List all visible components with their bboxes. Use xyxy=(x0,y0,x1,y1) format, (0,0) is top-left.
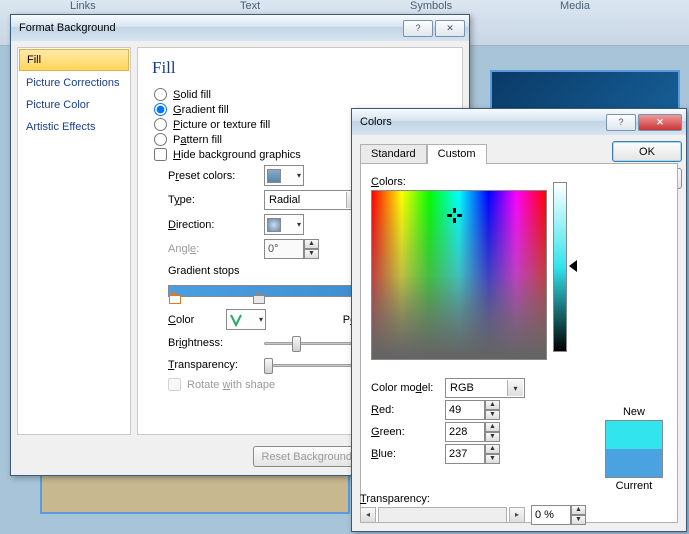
scroll-right-icon[interactable]: ▸ xyxy=(509,507,525,523)
scroll-left-icon[interactable]: ◂ xyxy=(360,507,376,523)
angle-spinner: ▲▼ xyxy=(264,239,319,259)
colors-dialog: Colors ? ✕ OK Cancel Standard Custom Col… xyxy=(351,108,687,532)
direction-dropdown[interactable]: ▾ xyxy=(264,214,304,235)
angle-label: Angle: xyxy=(168,243,256,255)
spin-down-icon: ▼ xyxy=(304,249,319,259)
new-color-swatch xyxy=(606,421,662,449)
green-label: Green: xyxy=(371,426,439,438)
transparency-label: Transparency: xyxy=(168,359,256,371)
new-current-swatch xyxy=(605,420,663,478)
type-combobox[interactable]: Radial xyxy=(264,190,364,210)
panel-heading: Fill xyxy=(152,58,448,78)
preset-colors-dropdown[interactable]: ▾ xyxy=(264,165,304,186)
colors-field-label: Colors: xyxy=(371,176,667,188)
slide-thumbnail[interactable] xyxy=(40,474,350,514)
color-model-label: Color model: xyxy=(371,382,439,394)
ribbon-group-links: Links xyxy=(70,0,96,12)
new-label: New xyxy=(605,406,663,418)
red-label: Red: xyxy=(371,404,439,416)
dialog-titlebar[interactable]: Format Background ? ✕ xyxy=(11,15,469,41)
category-sidebar: Fill Picture Corrections Picture Color A… xyxy=(17,47,131,435)
dialog-title: Colors xyxy=(360,116,604,128)
current-label: Current xyxy=(605,480,663,492)
luminance-arrow-icon[interactable] xyxy=(569,260,577,272)
brightness-label: Brightness: xyxy=(168,337,256,349)
ribbon-group-symbols: Symbols xyxy=(410,0,452,12)
tab-standard[interactable]: Standard xyxy=(360,144,427,164)
dialog-title: Format Background xyxy=(19,22,401,34)
luminance-strip[interactable] xyxy=(553,182,567,352)
transparency-scrollbar[interactable] xyxy=(378,507,507,523)
sidebar-item-artistic-effects[interactable]: Artistic Effects xyxy=(18,116,130,138)
tab-custom[interactable]: Custom xyxy=(427,144,487,164)
blue-spinner[interactable]: ▲▼ xyxy=(445,444,500,464)
current-color-swatch xyxy=(606,449,662,477)
red-spinner[interactable]: ▲▼ xyxy=(445,400,500,420)
help-button[interactable]: ? xyxy=(606,114,636,131)
sidebar-item-picture-corrections[interactable]: Picture Corrections xyxy=(18,72,130,94)
direction-label: Direction: xyxy=(168,219,256,231)
transparency-spinner[interactable]: ▲▼ xyxy=(531,505,586,525)
close-icon[interactable]: ✕ xyxy=(435,20,465,37)
type-label: Type: xyxy=(168,194,256,206)
transparency-label: Transparency: xyxy=(360,493,586,505)
spin-up-icon: ▲ xyxy=(304,239,319,249)
color-dropdown[interactable]: ▾ xyxy=(226,309,266,330)
color-model-combobox[interactable]: RGB xyxy=(445,378,525,398)
preset-colors-label: Preset colors: xyxy=(168,170,256,182)
ribbon-group-media: Media xyxy=(560,0,590,12)
sidebar-item-picture-color[interactable]: Picture Color xyxy=(18,94,130,116)
color-field[interactable] xyxy=(371,190,547,360)
blue-label: Blue: xyxy=(371,448,439,460)
custom-panel: Colors: Color model: RGB Red: ▲▼ Green: … xyxy=(360,163,678,523)
help-button[interactable]: ? xyxy=(403,20,433,37)
ok-button[interactable]: OK xyxy=(612,141,682,162)
dialog-titlebar[interactable]: Colors ? ✕ xyxy=(352,109,686,135)
crosshair-icon[interactable] xyxy=(447,208,462,223)
sidebar-item-fill[interactable]: Fill xyxy=(19,49,129,71)
radio-solid-fill[interactable]: Solid fill xyxy=(152,88,448,101)
ribbon-group-text: Text xyxy=(240,0,260,12)
reset-background-button: Reset Background xyxy=(253,446,362,467)
close-icon[interactable]: ✕ xyxy=(638,114,682,131)
green-spinner[interactable]: ▲▼ xyxy=(445,422,500,442)
gradient-stop[interactable] xyxy=(168,281,180,303)
gradient-stop[interactable] xyxy=(252,281,264,303)
color-label: Color xyxy=(168,314,218,326)
